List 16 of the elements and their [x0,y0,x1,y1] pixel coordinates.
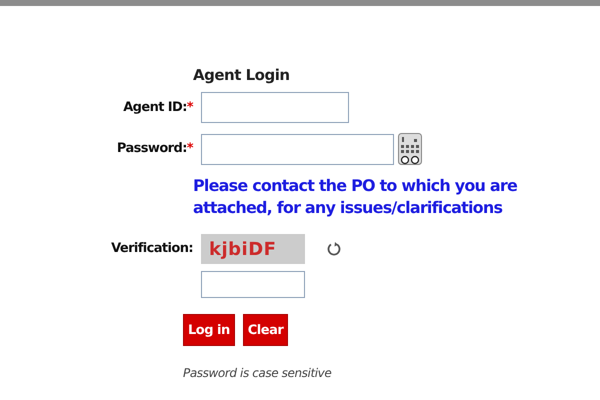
captcha-image: kjbiDF [201,234,305,264]
field-label: Password: [116,140,187,158]
field-label: Agent ID: [123,98,187,117]
clear-button[interactable]: Clear [242,314,288,346]
login-button[interactable]: Log in [183,314,235,346]
password-field[interactable] [201,134,394,164]
captcha-field[interactable] [201,271,305,298]
keyboard-icon[interactable] [398,133,422,165]
agent-id-field[interactable] [201,92,349,123]
required-mark: * [186,140,193,158]
verification-label: Verification: [111,240,193,258]
refresh-icon[interactable] [327,241,341,257]
form-title: Agent Login [193,65,291,86]
required-mark: * [186,98,193,117]
case-sensitivity-note: Password is case sensitive [183,365,332,382]
contact-notice: Please contact the PO to which you are attached, for any issues/clarifications [193,175,518,219]
